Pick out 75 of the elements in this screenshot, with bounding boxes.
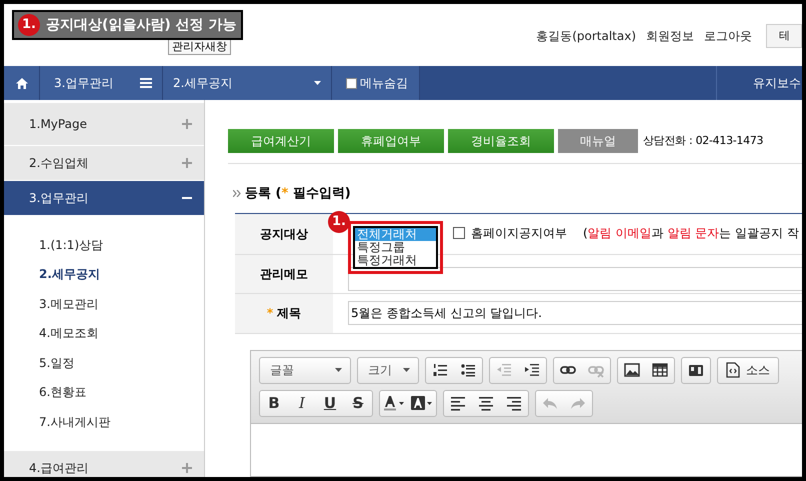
submenu-dropdown[interactable]: 2.세무공지 [163,66,332,100]
plus-icon [182,119,192,129]
menu-dropdown[interactable]: 3.업무관리 [40,66,163,100]
home-icon [16,78,28,88]
phone-number: 상담전화 : 02-413-1473 [643,132,764,149]
listbox-option[interactable]: 특정그룹 [355,240,436,254]
quick-button[interactable]: 휴폐업여부 [338,129,444,153]
outdent-icon [496,362,512,378]
memo-field[interactable] [348,266,802,290]
redo-icon [570,395,586,411]
checkbox-label: 홈페이지공지여부 [471,224,567,242]
step-badge: 1. [18,14,40,36]
caret-icon [403,368,410,372]
source-button[interactable]: 소스 [718,358,778,382]
double-chevron-icon [233,190,241,198]
section-title: 등록 (* 필수입력) [245,185,351,203]
hide-menu-label: 메뉴숨김 [360,75,408,92]
align-left-icon [450,395,466,411]
bold-label: B [268,396,280,410]
document-code-icon [726,362,740,378]
toolbar-button[interactable]: I [288,390,316,416]
sidebar-item[interactable]: 4.급여관리 [4,450,204,477]
image-icon [624,362,640,378]
header-link[interactable]: 회원정보 [646,27,694,45]
field-label: 공지대상 [235,214,333,254]
toolbar-dropdown[interactable]: 글꼴 [260,358,350,382]
sidebar-item[interactable]: 1.MyPage [4,103,204,146]
align-right-icon [506,395,522,411]
field-label: 관리메모 [235,254,333,292]
toolbar-button[interactable]: B [260,390,288,416]
text-color-icon [383,395,405,411]
caret-icon [335,368,342,372]
quick-button[interactable]: 급여계산기 [228,129,334,153]
table-icon [652,362,668,378]
toolbar-button[interactable]: U [316,390,344,416]
menu-icon [140,78,152,88]
field-label-text: 제목 [277,305,302,322]
strike-label: S [352,396,364,410]
submenu-item[interactable]: 7.사내게시판 [4,407,204,436]
submenu-item[interactable]: 4.메모조회 [4,318,204,348]
callout-text: 공지대상(읽을사람) 선정 가능 [46,16,237,34]
bullet-list-icon [460,362,476,378]
submenu-item[interactable]: 6.현황표 [4,378,204,407]
sidebar-item[interactable]: 2.수임업체 [4,146,204,181]
header-button[interactable]: 테 [766,24,802,48]
numbered-list-icon [432,362,448,378]
background-color-icon [411,395,433,411]
target-listbox[interactable]: 전체거래처 특정그룹 특정거래처 [353,226,438,268]
required-mark: * [266,305,274,322]
sidebar-item[interactable]: 3.업무관리 [4,181,204,216]
submenu-item[interactable]: 2.세무공지 [4,260,204,289]
header-link[interactable]: 로그아웃 [704,27,752,45]
media-icon [688,362,704,378]
plus-icon [182,462,192,472]
submenu-item[interactable]: 5.일정 [4,348,204,378]
quick-button[interactable]: 경비율조회 [448,129,554,153]
nav-link[interactable]: 유지보수 [716,66,802,100]
toolbar-dropdown[interactable]: 크기 [358,358,418,382]
hide-menu-checkbox[interactable] [346,78,357,88]
plus-icon [182,158,192,168]
homepage-checkbox[interactable] [453,226,465,238]
step-badge: 1. [328,210,350,232]
underline-label: U [324,396,336,410]
submenu-item[interactable]: 1.(1:1)상담 [4,230,204,260]
submenu-item[interactable]: 3.메모관리 [4,289,204,318]
toolbar-button[interactable]: S [344,390,372,416]
caret-icon [314,81,321,85]
indent-icon [524,362,540,378]
align-center-icon [478,395,494,411]
subject-field[interactable]: 5월은 종합소득세 신고의 달입니다. [348,301,802,325]
notice-text: (알림 이메일과 알림 문자는 일괄공지 작 [583,224,799,242]
listbox-option[interactable]: 특정거래처 [355,254,436,266]
user-name: 홍길동(portaltax) [536,28,636,45]
home-button[interactable] [4,66,40,100]
italic-label: I [299,396,305,410]
